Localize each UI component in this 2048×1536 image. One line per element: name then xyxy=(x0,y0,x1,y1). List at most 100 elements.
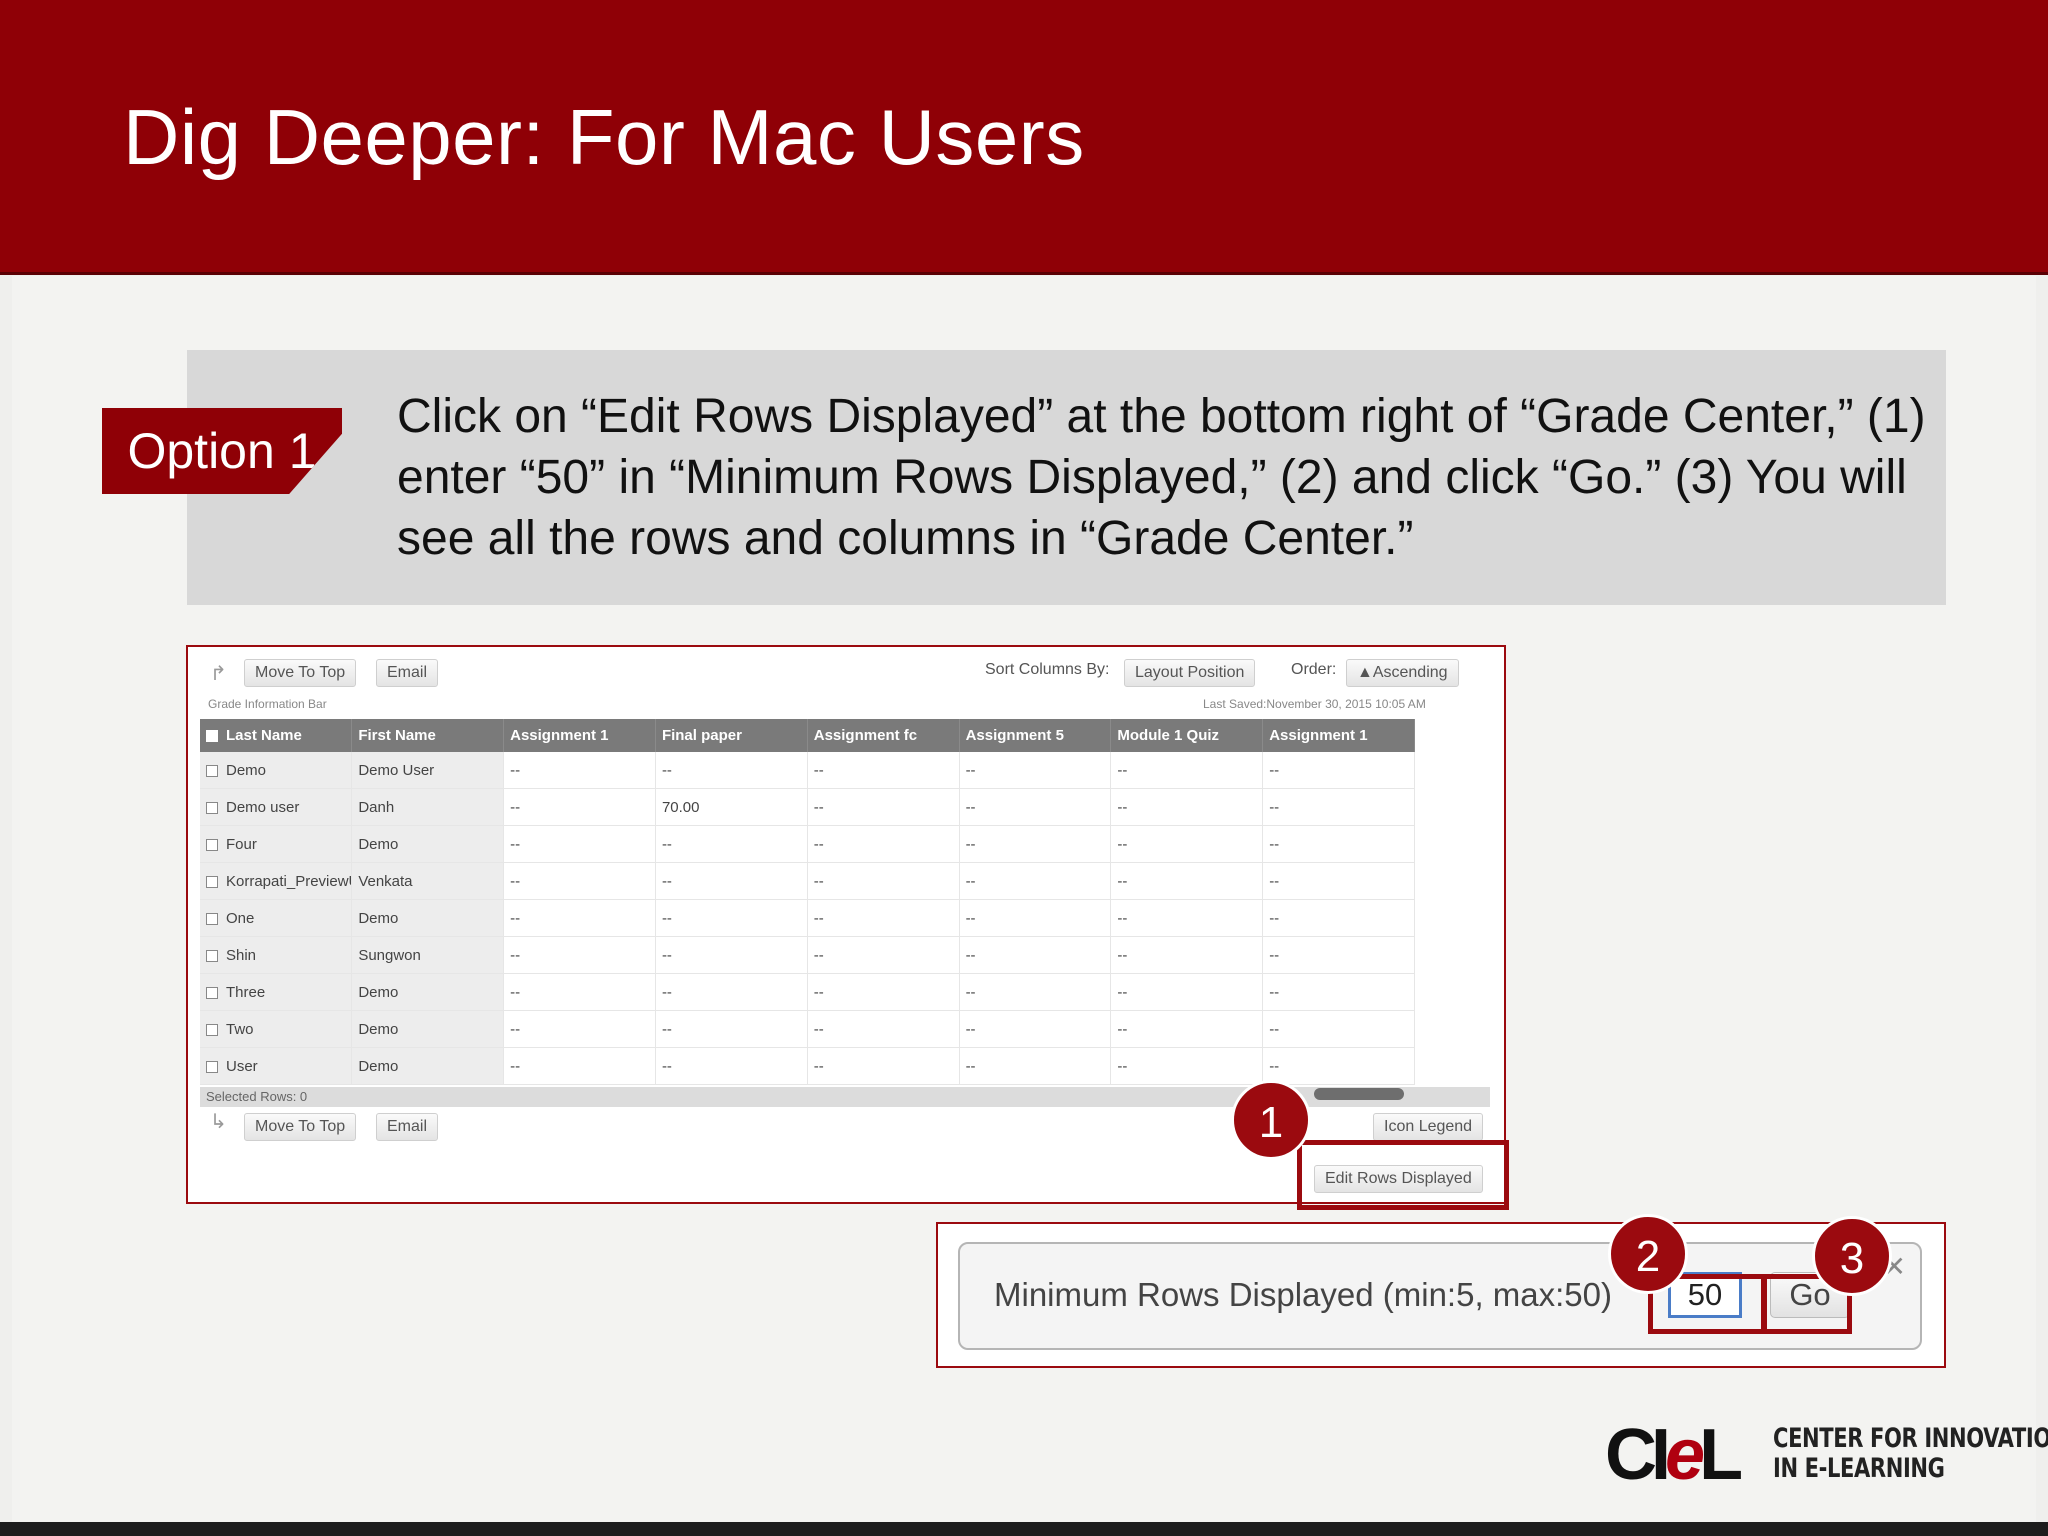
grade-cell[interactable]: -- xyxy=(1110,936,1264,974)
column-header[interactable]: Last Name xyxy=(200,719,353,752)
row-checkbox[interactable] xyxy=(206,986,218,999)
row-checkbox[interactable] xyxy=(206,949,218,962)
column-header[interactable]: Assignment 5 xyxy=(959,719,1112,752)
row-checkbox[interactable] xyxy=(206,1023,218,1036)
grade-cell[interactable]: -- xyxy=(503,936,656,974)
grade-cell[interactable]: -- xyxy=(1262,752,1415,789)
grade-cell[interactable]: -- xyxy=(655,936,808,974)
grade-cell[interactable]: -- xyxy=(1262,788,1415,826)
first-name-cell: Demo xyxy=(351,825,505,863)
last-name-cell: One xyxy=(200,899,353,937)
grade-cell[interactable]: -- xyxy=(503,973,656,1011)
grade-cell[interactable]: -- xyxy=(807,825,960,863)
column-header[interactable]: Final paper xyxy=(655,719,808,752)
column-header[interactable]: Assignment 1 xyxy=(503,719,656,752)
email-button[interactable]: Email xyxy=(376,659,439,687)
grade-cell[interactable]: -- xyxy=(1110,973,1264,1011)
grade-table: Last Name First Name Assignment 1 Final … xyxy=(200,719,1415,1085)
move-to-top-button[interactable]: Move To Top xyxy=(244,659,357,687)
grade-cell[interactable]: -- xyxy=(959,973,1112,1011)
grade-cell[interactable]: -- xyxy=(1110,862,1264,900)
grade-cell[interactable]: -- xyxy=(807,862,960,900)
grade-cell[interactable]: -- xyxy=(1262,936,1415,974)
first-name-cell: Demo xyxy=(351,899,505,937)
row-checkbox[interactable] xyxy=(206,875,218,888)
grade-cell[interactable]: -- xyxy=(655,1047,808,1085)
grade-cell[interactable]: -- xyxy=(1262,825,1415,863)
row-checkbox[interactable] xyxy=(206,838,218,851)
icon-legend-button[interactable]: Icon Legend xyxy=(1373,1113,1484,1141)
first-name-cell: Venkata xyxy=(351,862,505,900)
grade-cell[interactable]: -- xyxy=(1262,1010,1415,1048)
table-row[interactable]: Demo user Danh -- 70.00 -- -- -- -- xyxy=(200,788,1415,826)
table-row[interactable]: One Demo -- -- -- -- -- -- xyxy=(200,899,1415,937)
email-button-bottom[interactable]: Email xyxy=(376,1113,439,1141)
grade-cell[interactable]: -- xyxy=(1110,788,1264,826)
first-name-cell: Danh xyxy=(351,788,505,826)
sort-columns-select[interactable]: Layout Position xyxy=(1124,659,1256,687)
grade-cell[interactable]: -- xyxy=(807,973,960,1011)
grade-cell[interactable]: -- xyxy=(959,899,1112,937)
column-header[interactable]: Module 1 Quiz xyxy=(1110,719,1264,752)
minimum-rows-label: Minimum Rows Displayed (min:5, max:50) xyxy=(994,1276,1612,1313)
first-name-cell: Demo User xyxy=(351,752,505,789)
grade-cell[interactable]: -- xyxy=(655,899,808,937)
column-header[interactable]: Assignment 1 xyxy=(1262,719,1415,752)
row-checkbox[interactable] xyxy=(206,912,218,925)
grade-cell[interactable]: -- xyxy=(959,788,1112,826)
table-row[interactable]: Demo Demo User -- -- -- -- -- -- xyxy=(200,752,1415,789)
instruction-callout: Click on “Edit Rows Displayed” at the bo… xyxy=(187,350,1946,605)
row-checkbox[interactable] xyxy=(206,801,218,814)
grade-cell[interactable]: -- xyxy=(959,862,1112,900)
grade-cell[interactable]: -- xyxy=(503,1047,656,1085)
grade-cell[interactable]: -- xyxy=(503,1010,656,1048)
table-row[interactable]: User Demo -- -- -- -- -- -- xyxy=(200,1047,1415,1085)
grade-cell[interactable]: -- xyxy=(655,752,808,789)
grade-cell[interactable]: -- xyxy=(807,899,960,937)
grade-cell[interactable]: -- xyxy=(1262,973,1415,1011)
row-checkbox[interactable] xyxy=(206,764,218,777)
grade-cell[interactable]: -- xyxy=(1110,899,1264,937)
horizontal-scrollbar[interactable] xyxy=(1314,1088,1404,1100)
table-row[interactable]: Korrapati_PreviewU Venkata -- -- -- -- -- -- xyxy=(200,862,1415,900)
grade-cell[interactable]: -- xyxy=(503,752,656,789)
grade-cell[interactable]: -- xyxy=(503,862,656,900)
grade-cell[interactable]: -- xyxy=(959,825,1112,863)
grade-cell[interactable]: -- xyxy=(807,788,960,826)
grade-cell[interactable]: -- xyxy=(807,752,960,789)
grade-cell[interactable]: -- xyxy=(655,862,808,900)
grade-cell[interactable]: -- xyxy=(655,973,808,1011)
grade-cell[interactable]: -- xyxy=(959,752,1112,789)
grade-cell[interactable]: -- xyxy=(655,1010,808,1048)
last-name-cell: Four xyxy=(200,825,353,863)
order-select[interactable]: ▲Ascending xyxy=(1346,659,1459,687)
grade-cell[interactable]: -- xyxy=(1110,1047,1264,1085)
table-row[interactable]: Two Demo -- -- -- -- -- -- xyxy=(200,1010,1415,1048)
grade-cell[interactable]: -- xyxy=(1110,752,1264,789)
row-checkbox[interactable] xyxy=(206,1060,218,1073)
grade-cell[interactable]: -- xyxy=(959,1010,1112,1048)
grade-cell[interactable]: -- xyxy=(655,825,808,863)
grade-cell[interactable]: -- xyxy=(1262,899,1415,937)
last-name-cell: User xyxy=(200,1047,353,1085)
grade-cell[interactable]: -- xyxy=(807,1047,960,1085)
table-row[interactable]: Shin Sungwon -- -- -- -- -- -- xyxy=(200,936,1415,974)
grade-cell[interactable]: -- xyxy=(503,825,656,863)
grade-cell[interactable]: -- xyxy=(503,899,656,937)
column-header[interactable]: Assignment fc xyxy=(807,719,960,752)
table-row[interactable]: Four Demo -- -- -- -- -- -- xyxy=(200,825,1415,863)
grade-cell[interactable]: -- xyxy=(1262,1047,1415,1085)
move-to-top-button-bottom[interactable]: Move To Top xyxy=(244,1113,357,1141)
grade-cell[interactable]: -- xyxy=(807,936,960,974)
grade-cell[interactable]: -- xyxy=(1110,1010,1264,1048)
grade-cell[interactable]: 70.00 xyxy=(655,788,808,826)
grade-cell[interactable]: -- xyxy=(959,1047,1112,1085)
grade-cell[interactable]: -- xyxy=(503,788,656,826)
grade-cell[interactable]: -- xyxy=(1262,862,1415,900)
grade-cell[interactable]: -- xyxy=(959,936,1112,974)
table-row[interactable]: Three Demo -- -- -- -- -- -- xyxy=(200,973,1415,1011)
grade-cell[interactable]: -- xyxy=(1110,825,1264,863)
select-all-checkbox[interactable] xyxy=(206,730,218,743)
grade-cell[interactable]: -- xyxy=(807,1010,960,1048)
column-header[interactable]: First Name xyxy=(351,719,505,752)
